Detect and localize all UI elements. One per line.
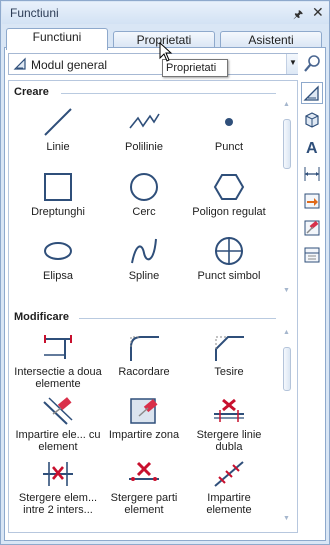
sidebar-transform[interactable] bbox=[301, 190, 323, 212]
tool-tesire[interactable]: Tesire bbox=[184, 333, 274, 378]
text-icon: A bbox=[306, 140, 318, 157]
split-zone-icon bbox=[130, 398, 158, 424]
tool-label: Impartire elemente bbox=[206, 492, 252, 516]
tool-label: Stergere elem... intre 2 inters... bbox=[18, 492, 98, 516]
svg-text:A: A bbox=[306, 140, 318, 157]
split-elements-icon bbox=[214, 461, 244, 487]
tool-punct-simbol[interactable]: Punct simbol bbox=[184, 235, 274, 282]
point-icon bbox=[225, 118, 233, 126]
ellipse-icon bbox=[44, 242, 72, 260]
tool-stergere-parti-element[interactable]: Stergere parti element bbox=[99, 459, 189, 516]
chamfer-icon bbox=[215, 336, 244, 361]
scroll-up-icon[interactable]: ▲ bbox=[283, 329, 290, 336]
polyline-icon bbox=[129, 113, 160, 129]
mouse-cursor-icon bbox=[159, 41, 173, 65]
tool-label: Racordare bbox=[118, 366, 170, 378]
module-sidebar: A bbox=[301, 82, 323, 282]
layout-icon bbox=[304, 247, 320, 263]
tool-label: Spline bbox=[128, 270, 160, 282]
circle-icon bbox=[130, 173, 158, 201]
tool-label: Impartire zona bbox=[108, 429, 180, 441]
module-select[interactable]: Modul general ▼ bbox=[8, 53, 298, 75]
tool-polilinie[interactable]: Polilinie bbox=[99, 106, 189, 153]
section-divider bbox=[61, 93, 276, 94]
tool-impartire-cu-element[interactable]: Impartire ele... cu element bbox=[13, 396, 103, 453]
close-icon[interactable]: ✕ bbox=[312, 4, 324, 21]
tool-label: Polilinie bbox=[125, 141, 163, 153]
rectangle-icon bbox=[44, 173, 72, 201]
scroll-down-icon[interactable]: ▼ bbox=[283, 515, 290, 522]
section-title-creare: Creare bbox=[14, 86, 49, 98]
3d-modeling-icon bbox=[305, 112, 319, 128]
scroll-up-icon[interactable]: ▲ bbox=[283, 101, 290, 108]
title-bar[interactable]: Functiuni 🖈 ✕ bbox=[2, 2, 329, 24]
tool-label: Intersectie a doua elemente bbox=[14, 366, 102, 390]
sidebar-text[interactable]: A bbox=[301, 136, 323, 158]
symbol-point-icon bbox=[215, 237, 243, 265]
tools-list: Creare Linie Polilinie Punct Dreptunghi … bbox=[8, 80, 298, 533]
tool-elipsa[interactable]: Elipsa bbox=[13, 235, 103, 282]
tool-spline[interactable]: Spline bbox=[99, 235, 189, 282]
modificare-scrollbar[interactable]: ▲ ▼ bbox=[282, 329, 292, 527]
creare-scrollbar[interactable]: ▲ ▼ bbox=[282, 101, 292, 297]
tab-functiuni[interactable]: Functiuni bbox=[6, 28, 108, 50]
tool-label: Stergere linie dubla bbox=[196, 429, 262, 453]
drafting-icon bbox=[303, 85, 319, 101]
tool-label: Poligon regulat bbox=[192, 206, 266, 218]
edit-icon bbox=[304, 220, 320, 236]
sidebar-dimension[interactable] bbox=[301, 163, 323, 185]
tool-label: Punct simbol bbox=[197, 270, 261, 282]
tool-linie[interactable]: Linie bbox=[13, 106, 103, 153]
hexagon-icon bbox=[213, 174, 245, 200]
tool-punct[interactable]: Punct bbox=[184, 106, 274, 153]
dimension-icon bbox=[304, 167, 320, 181]
scroll-down-icon[interactable]: ▼ bbox=[283, 287, 290, 294]
delete-between-icon bbox=[43, 462, 73, 486]
tool-dreptunghi[interactable]: Dreptunghi bbox=[13, 171, 103, 218]
tool-label: Stergere parti element bbox=[110, 492, 178, 516]
chevron-down-icon: ▼ bbox=[289, 58, 297, 67]
section-divider bbox=[79, 318, 276, 319]
sidebar-drafting[interactable] bbox=[301, 82, 323, 104]
tool-intersectie[interactable]: Intersectie a doua elemente bbox=[13, 333, 103, 390]
split-by-element-icon bbox=[43, 397, 73, 425]
line-icon bbox=[44, 108, 72, 136]
tool-label: Elipsa bbox=[43, 270, 73, 282]
fillet-icon bbox=[130, 336, 159, 361]
tool-impartire-elemente[interactable]: Impartire elemente bbox=[184, 459, 274, 516]
tool-stergere-intre-intersectii[interactable]: Stergere elem... intre 2 inters... bbox=[13, 459, 103, 516]
scroll-thumb[interactable] bbox=[283, 347, 291, 391]
delete-parts-icon bbox=[129, 461, 159, 481]
module-select-value: Modul general bbox=[31, 58, 108, 72]
intersect-icon bbox=[44, 335, 72, 359]
tool-label: Tesire bbox=[214, 366, 244, 378]
tool-label: Punct bbox=[214, 141, 244, 153]
dropdown-arrow-button[interactable]: ▼ bbox=[286, 54, 298, 74]
delete-double-line-icon bbox=[214, 398, 244, 422]
sidebar-edit[interactable] bbox=[301, 217, 323, 239]
find-button[interactable] bbox=[301, 53, 323, 75]
pin-icon[interactable]: 🖈 bbox=[293, 6, 303, 25]
tool-poligon-regulat[interactable]: Poligon regulat bbox=[184, 171, 274, 218]
tool-label: Dreptunghi bbox=[31, 206, 85, 218]
sidebar-layout[interactable] bbox=[301, 244, 323, 266]
section-title-modificare: Modificare bbox=[14, 311, 70, 323]
tool-cerc[interactable]: Cerc bbox=[99, 171, 189, 218]
tool-label: Cerc bbox=[132, 206, 156, 218]
tool-label: Linie bbox=[46, 141, 70, 153]
search-icon bbox=[304, 55, 320, 72]
tool-stergere-linie-dubla[interactable]: Stergere linie dubla bbox=[184, 396, 274, 453]
scroll-thumb[interactable] bbox=[283, 119, 291, 169]
module-icon bbox=[13, 57, 27, 74]
spline-icon bbox=[131, 238, 157, 264]
tool-label: Impartire ele... cu element bbox=[15, 429, 101, 453]
transform-icon bbox=[304, 193, 320, 209]
tool-racordare[interactable]: Racordare bbox=[99, 333, 189, 378]
window-title: Functiuni bbox=[10, 6, 59, 20]
tool-impartire-zona[interactable]: Impartire zona bbox=[99, 396, 189, 441]
sidebar-3d-modeling[interactable] bbox=[301, 109, 323, 131]
